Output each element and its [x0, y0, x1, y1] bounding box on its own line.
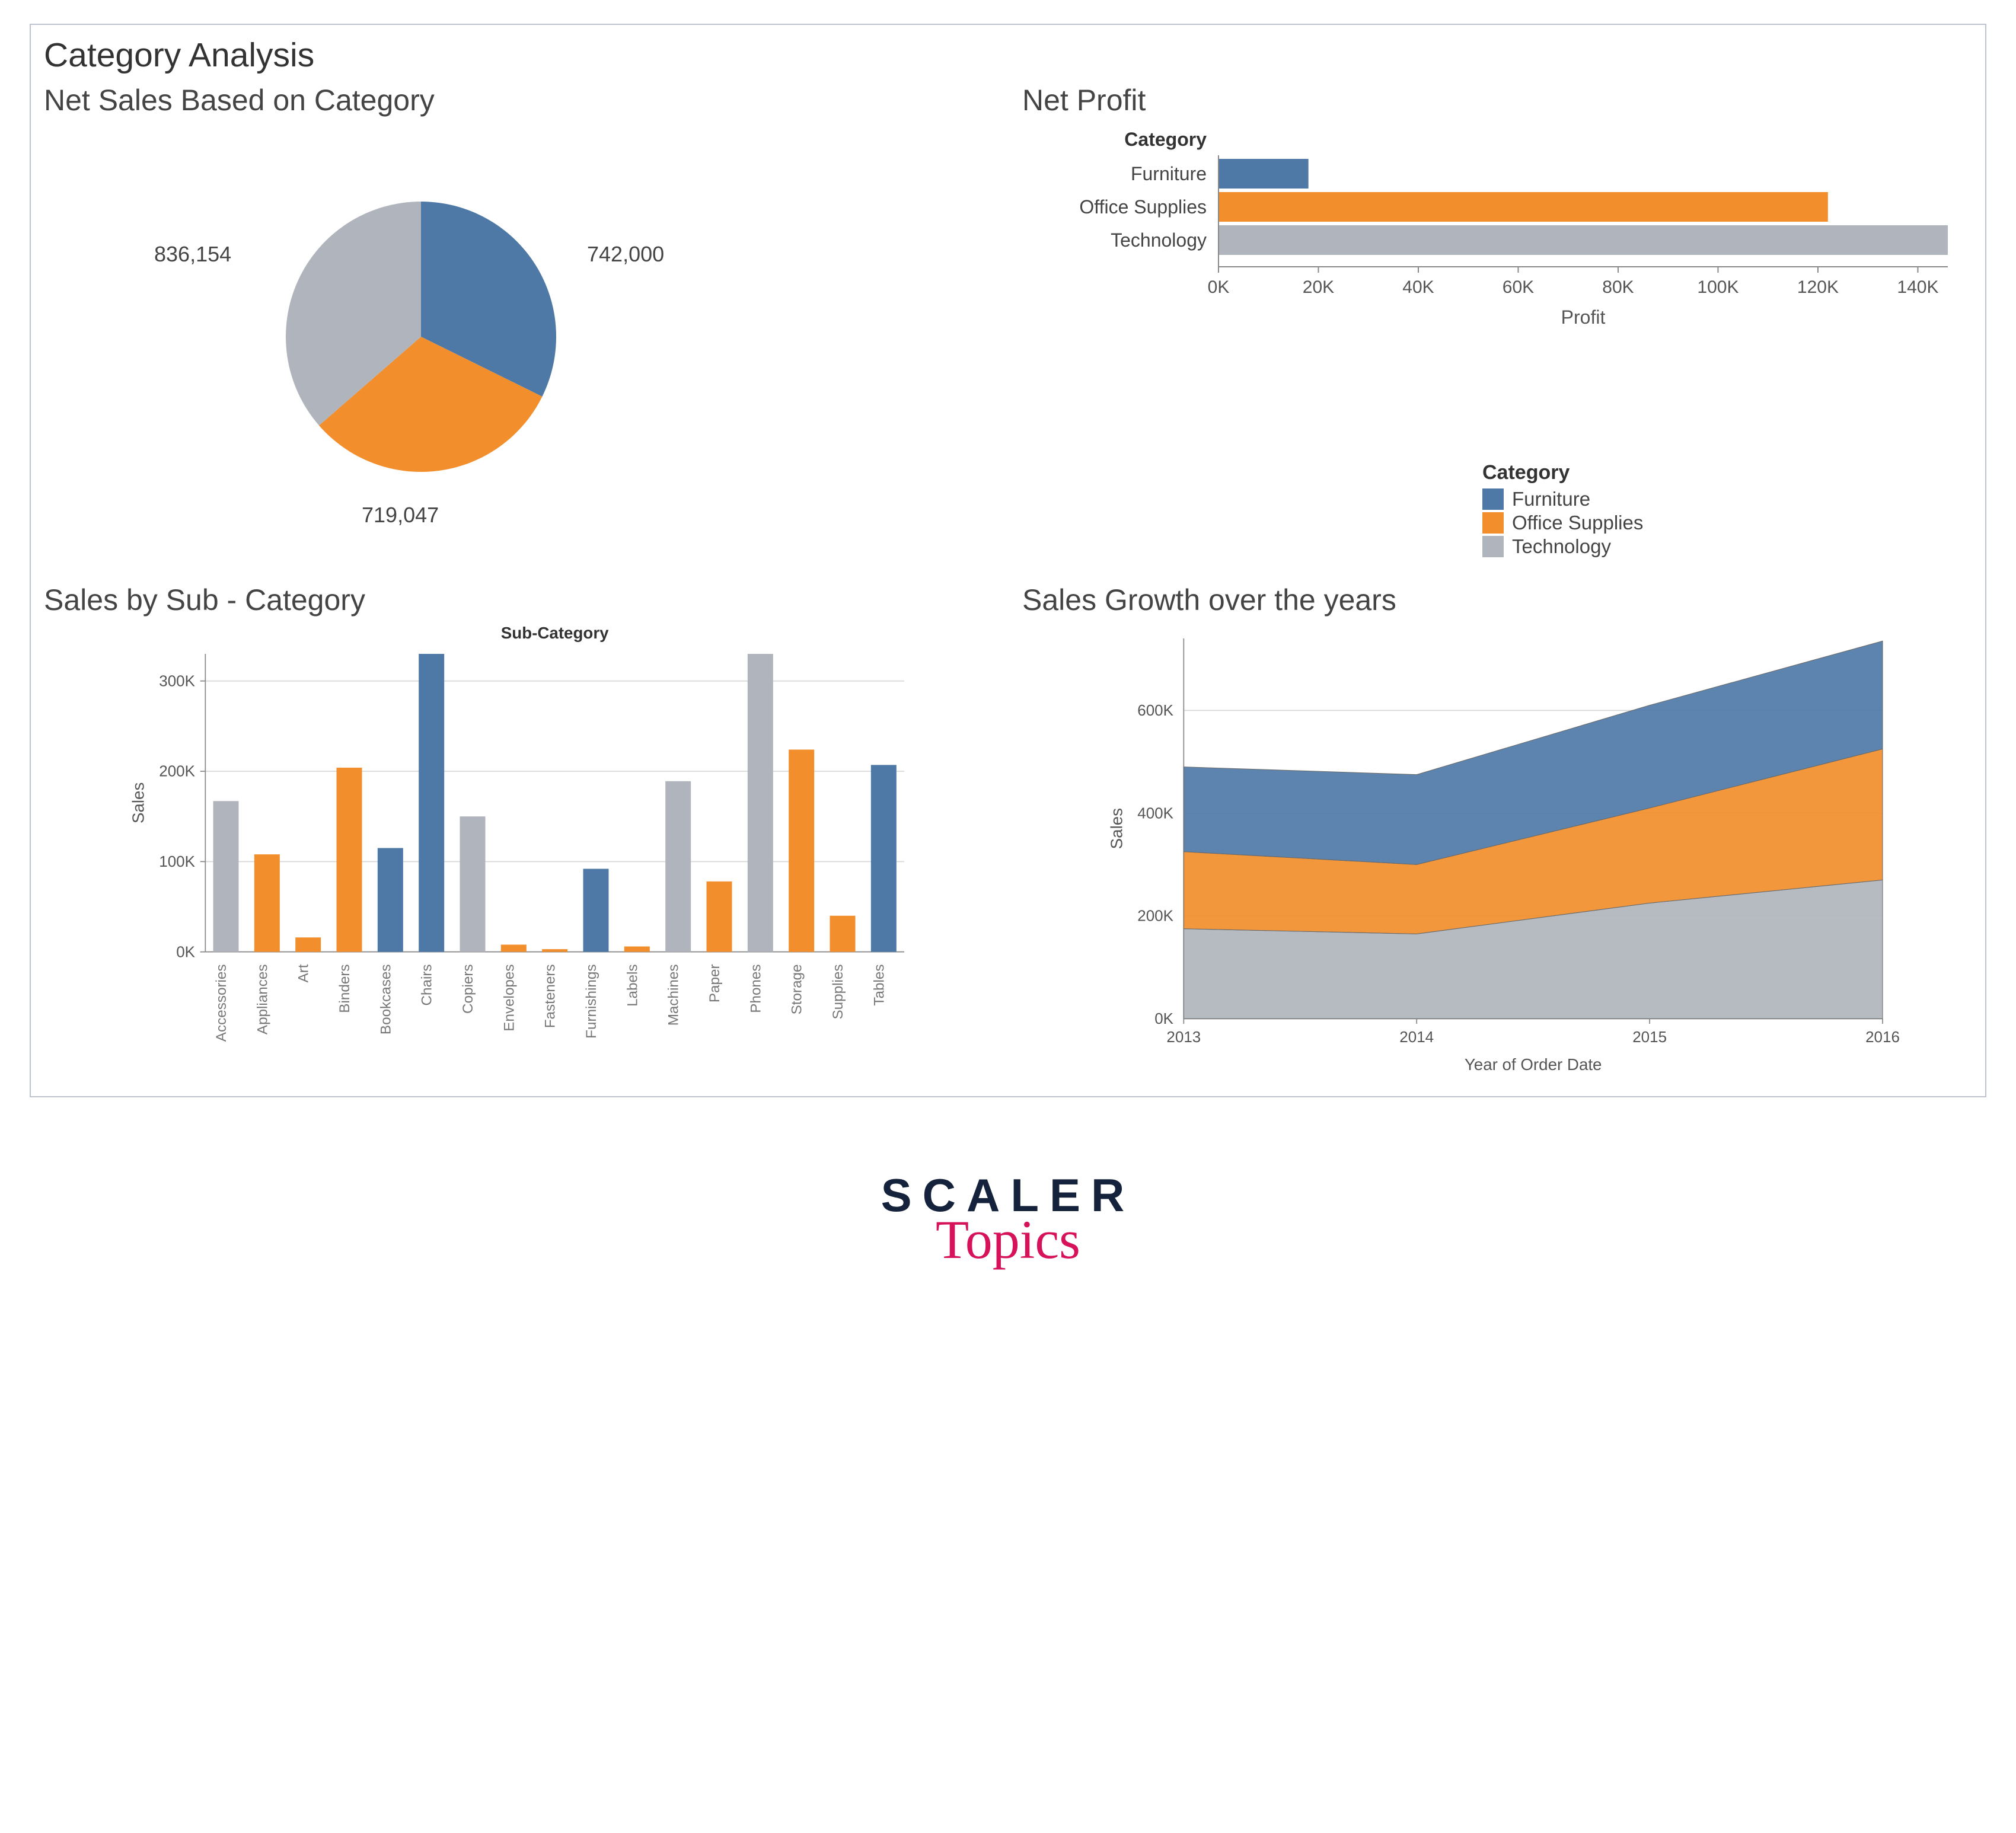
svg-text:40K: 40K [1402, 277, 1434, 297]
svg-text:0K: 0K [1208, 277, 1230, 297]
svg-text:200K: 200K [159, 762, 195, 780]
panel-title-subcategory: Sales by Sub - Category [44, 583, 996, 617]
svg-text:20K: 20K [1303, 277, 1334, 297]
pie-chart[interactable]: 742,000 719,047 836,154 [42, 123, 996, 559]
svg-text:100K: 100K [1697, 277, 1739, 297]
panel-title-area: Sales Growth over the years [1022, 583, 1974, 617]
svg-text:2015: 2015 [1632, 1028, 1667, 1046]
vbar-chart[interactable]: Sub-Category 0K 100K 200K 300K Sales Accessori… [42, 623, 996, 1085]
panel-net-sales: Net Sales Based on Category 742,000 719,… [42, 83, 996, 559]
panel-net-profit: Net Profit CategoryFurnitureOffice Suppl… [1020, 83, 1974, 559]
svg-text:Phones: Phones [748, 964, 764, 1013]
svg-text:Accessories: Accessories [213, 964, 229, 1042]
legend: Category Furniture Office Supplies Techn… [1482, 461, 1974, 559]
panel-title-net-profit: Net Profit [1022, 83, 1974, 117]
svg-text:200K: 200K [1137, 907, 1173, 925]
svg-text:Storage: Storage [789, 964, 805, 1014]
pie-label-furniture: 742,000 [587, 242, 664, 267]
legend-title: Category [1482, 461, 1974, 484]
pie-label-technology: 836,154 [154, 242, 231, 267]
panel-title-net-sales: Net Sales Based on Category [44, 83, 996, 117]
svg-text:Supplies: Supplies [830, 964, 846, 1019]
svg-text:Appliances: Appliances [254, 964, 270, 1034]
svg-text:400K: 400K [1137, 804, 1173, 822]
svg-text:60K: 60K [1503, 277, 1534, 297]
svg-text:Bookcases: Bookcases [378, 964, 394, 1034]
brand-line2: Topics [30, 1208, 1986, 1271]
brand-logo: SCALER Topics [30, 1168, 1986, 1271]
panel-subcategory: Sales by Sub - Category Sub-Category 0K 10… [42, 583, 996, 1085]
svg-text:Tables: Tables [871, 964, 887, 1005]
dashboard-frame: Category Analysis Net Sales Based on Cat… [30, 24, 1986, 1097]
svg-text:Sub-Category: Sub-Category [501, 624, 609, 642]
legend-item-furniture[interactable]: Furniture [1482, 488, 1974, 510]
svg-text:300K: 300K [159, 672, 195, 689]
svg-text:0K: 0K [176, 943, 195, 960]
svg-text:Profit: Profit [1561, 306, 1606, 328]
svg-text:100K: 100K [159, 852, 195, 870]
svg-text:Envelopes: Envelopes [501, 964, 517, 1031]
svg-text:80K: 80K [1602, 277, 1634, 297]
svg-text:Paper: Paper [707, 964, 723, 1002]
pie-label-office: 719,047 [362, 503, 439, 528]
svg-text:Chairs: Chairs [419, 964, 435, 1005]
svg-text:2016: 2016 [1865, 1028, 1900, 1046]
svg-text:Sales: Sales [1107, 808, 1125, 849]
swatch-icon [1482, 512, 1504, 534]
hbar-chart[interactable]: Category Furniture Office Supplies Technolo… [1020, 123, 1974, 366]
legend-label: Furniture [1512, 488, 1590, 510]
dashboard-title: Category Analysis [44, 36, 1974, 75]
svg-text:Category: Category [1124, 129, 1207, 150]
svg-text:Furniture: Furniture [1131, 163, 1207, 184]
swatch-icon [1482, 488, 1504, 510]
svg-text:Technology: Technology [1111, 229, 1207, 251]
svg-text:2014: 2014 [1399, 1028, 1434, 1046]
svg-text:Art: Art [296, 964, 312, 982]
svg-text:Sales: Sales [129, 783, 147, 823]
pie-svg [279, 194, 563, 479]
svg-text:Furnishings: Furnishings [583, 964, 599, 1038]
svg-text:600K: 600K [1137, 701, 1173, 719]
svg-text:Year of Order Date: Year of Order Date [1465, 1055, 1602, 1074]
svg-text:2013: 2013 [1166, 1028, 1201, 1046]
dashboard-grid: Net Sales Based on Category 742,000 719,… [42, 83, 1974, 1085]
svg-text:Binders: Binders [337, 964, 353, 1013]
area-chart[interactable]: 0K 200K 400K 600K Sales 2013 2014 2015 2016 Year … [1020, 623, 1974, 1085]
legend-item-technology[interactable]: Technology [1482, 535, 1974, 558]
svg-text:120K: 120K [1797, 277, 1839, 297]
svg-text:Labels: Labels [624, 964, 640, 1006]
svg-text:Fasteners: Fasteners [543, 964, 559, 1028]
svg-text:Office Supplies: Office Supplies [1079, 196, 1207, 218]
legend-label: Technology [1512, 535, 1611, 558]
svg-text:Copiers: Copiers [460, 964, 476, 1014]
panel-area: Sales Growth over the years 0K 200K 400K 60… [1020, 583, 1974, 1085]
svg-text:0K: 0K [1154, 1010, 1173, 1027]
legend-item-office[interactable]: Office Supplies [1482, 512, 1974, 534]
svg-text:Machines: Machines [666, 964, 682, 1026]
svg-text:140K: 140K [1897, 277, 1938, 297]
legend-label: Office Supplies [1512, 512, 1643, 534]
swatch-icon [1482, 536, 1504, 557]
